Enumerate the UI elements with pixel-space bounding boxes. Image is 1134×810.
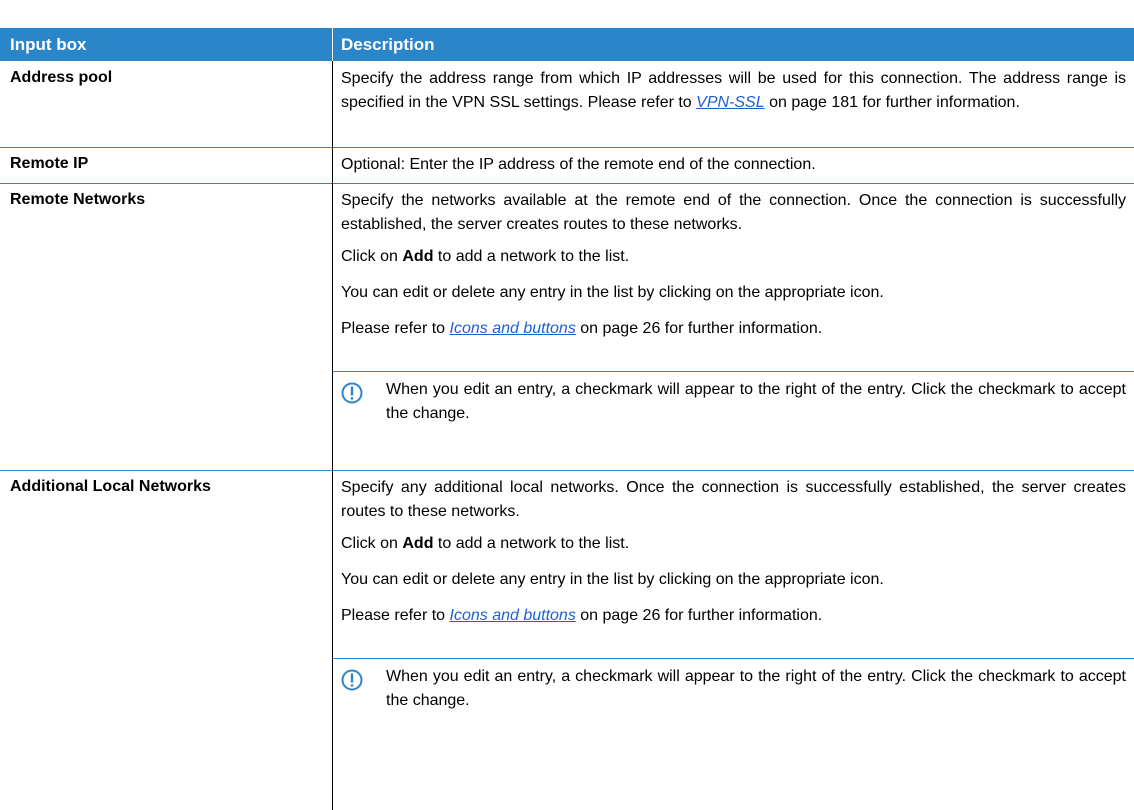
text: on page 26 for further information. <box>575 607 823 624</box>
text: Please refer to <box>341 607 450 624</box>
table-row-additional-local-networks: Additional Local Networks Specify any ad… <box>0 470 1134 810</box>
info-exclamation-icon <box>341 669 363 691</box>
table-row-address-pool: Address pool Specify the address range f… <box>0 61 1134 147</box>
row-description-additional-local-networks: Specify any additional local networks. O… <box>341 476 1126 628</box>
row-description-address-pool: Specify the address range from which IP … <box>341 67 1126 115</box>
paragraph: You can edit or delete any entry in the … <box>341 571 884 588</box>
text: Click on <box>341 248 403 265</box>
text: to add a network to the list. <box>433 248 630 265</box>
row-label-remote-ip: Remote IP <box>10 155 89 172</box>
add-keyword: Add <box>402 248 434 265</box>
table-header: Input box Description <box>0 28 1134 61</box>
link-icons-and-buttons[interactable]: Icons and buttons <box>450 607 576 624</box>
note-box: When you edit an entry, a checkmark will… <box>341 378 1126 428</box>
paragraph: Click on Add to add a network to the lis… <box>341 532 1126 556</box>
row-label-address-pool: Address pool <box>10 69 113 86</box>
column-divider <box>332 183 333 470</box>
text: on page 181 for further information. <box>764 94 1020 111</box>
paragraph: Please refer to Icons and buttons on pag… <box>341 604 1126 628</box>
text: Please refer to <box>341 320 450 337</box>
column-divider <box>332 61 333 147</box>
header-input-box: Input box <box>10 35 87 54</box>
paragraph: Specify any additional local networks. O… <box>341 479 1126 520</box>
note-rule <box>333 658 1134 659</box>
paragraph: Optional: Enter the IP address of the re… <box>341 156 816 173</box>
text: Click on <box>341 535 403 552</box>
row-description-remote-networks: Specify the networks available at the re… <box>341 189 1126 341</box>
row-label-remote-networks: Remote Networks <box>10 191 146 208</box>
text: on page 26 for further information. <box>575 320 823 337</box>
link-vpn-ssl[interactable]: VPN-SSL <box>696 94 764 111</box>
info-exclamation-icon <box>341 382 363 404</box>
table-row-remote-ip: Remote IP Optional: Enter the IP address… <box>0 147 1134 183</box>
row-rule <box>0 470 1134 471</box>
paragraph: Specify the address range from which IP … <box>341 67 1126 115</box>
note-box: When you edit an entry, a checkmark will… <box>341 665 1126 715</box>
row-description-remote-ip: Optional: Enter the IP address of the re… <box>341 153 1126 177</box>
note-rule <box>333 371 1134 372</box>
link-icons-and-buttons[interactable]: Icons and buttons <box>450 320 576 337</box>
note-text: When you edit an entry, a checkmark will… <box>386 381 1126 422</box>
header-description: Description <box>341 35 435 54</box>
column-divider <box>332 470 333 810</box>
add-keyword: Add <box>402 535 434 552</box>
row-rule <box>0 183 1134 184</box>
paragraph: Specify the networks available at the re… <box>341 192 1126 233</box>
note-text: When you edit an entry, a checkmark will… <box>386 668 1126 709</box>
table-row-remote-networks: Remote Networks Specify the networks ava… <box>0 183 1134 470</box>
header-divider <box>332 28 333 61</box>
paragraph: You can edit or delete any entry in the … <box>341 284 884 301</box>
paragraph: Please refer to Icons and buttons on pag… <box>341 317 1126 341</box>
column-divider <box>332 147 333 183</box>
paragraph: Click on Add to add a network to the lis… <box>341 245 1126 269</box>
row-label-additional-local-networks: Additional Local Networks <box>10 478 211 495</box>
row-rule <box>0 147 1134 148</box>
text: to add a network to the list. <box>433 535 630 552</box>
